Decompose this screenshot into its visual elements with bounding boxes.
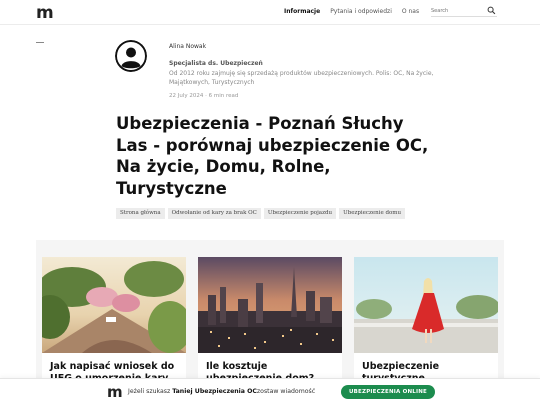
site-logo[interactable]: m	[36, 3, 54, 23]
article-card[interactable]: Jak napisać wniosek do UFG o umorzenie k…	[42, 257, 186, 397]
card-image-city-skyline[interactable]	[198, 257, 342, 353]
banner-text: Jeżeli szukasz Taniej Ubezpieczenia OCzo…	[128, 388, 315, 395]
tag-list: Strona główna Odwołanie od kary za brak …	[116, 208, 408, 219]
author-role: Specjalista ds. Ubezpieczeń	[169, 60, 263, 67]
cta-button[interactable]: UBEZPIECZENIA ONLINE	[341, 385, 435, 399]
author-name[interactable]: Alina Nowak	[169, 43, 206, 50]
article-card[interactable]: Ubezpieczenie turystyczne	[354, 257, 498, 397]
tag-ubezpieczenie-domu[interactable]: Ubezpieczenie domu	[339, 208, 406, 219]
nav-item-informacje[interactable]: Informacje	[284, 8, 320, 15]
search-icon[interactable]	[487, 6, 496, 15]
search-input[interactable]	[431, 6, 483, 16]
nav-item-pytania[interactable]: Pytania i odpowiedzi	[330, 8, 392, 15]
tag-strona-glowna[interactable]: Strona główna	[116, 208, 165, 219]
tag-ubezpieczenie-pojazdu[interactable]: Ubezpieczenie pojazdu	[263, 208, 337, 219]
bottom-banner: m Jeżeli szukasz Taniej Ubezpieczenia OC…	[0, 378, 540, 405]
tag-odwolanie[interactable]: Odwołanie od kary za brak OC	[167, 208, 261, 219]
nav-item-o-nas[interactable]: O nas	[402, 8, 419, 15]
banner-logo: m	[107, 383, 123, 401]
side-divider	[36, 42, 44, 43]
author-bio: Od 2012 roku zajmuję się sprzedażą produ…	[169, 70, 434, 86]
article-card[interactable]: Ile kosztuje ubezpieczenie dom?	[198, 257, 342, 397]
article-meta: 22 July 2024 · 6 min read	[169, 93, 239, 99]
search-box	[431, 6, 497, 17]
banner-text-highlight: Taniej Ubezpieczenia OC	[172, 388, 257, 395]
main-nav: Informacje Pytania i odpowiedzi O nas	[284, 8, 429, 15]
site-header: m Informacje Pytania i odpowiedzi O nas	[0, 0, 540, 25]
article-title: Ubezpieczenia - Poznań Słuchy Las - poró…	[116, 114, 429, 198]
card-image-street-scene[interactable]	[42, 257, 186, 353]
card-image-woman-red-dress[interactable]	[354, 257, 498, 353]
author-avatar-icon	[115, 40, 147, 72]
banner-text-prefix: Jeżeli szukasz	[128, 388, 173, 395]
banner-text-suffix: zostaw wiadomość	[256, 388, 316, 395]
